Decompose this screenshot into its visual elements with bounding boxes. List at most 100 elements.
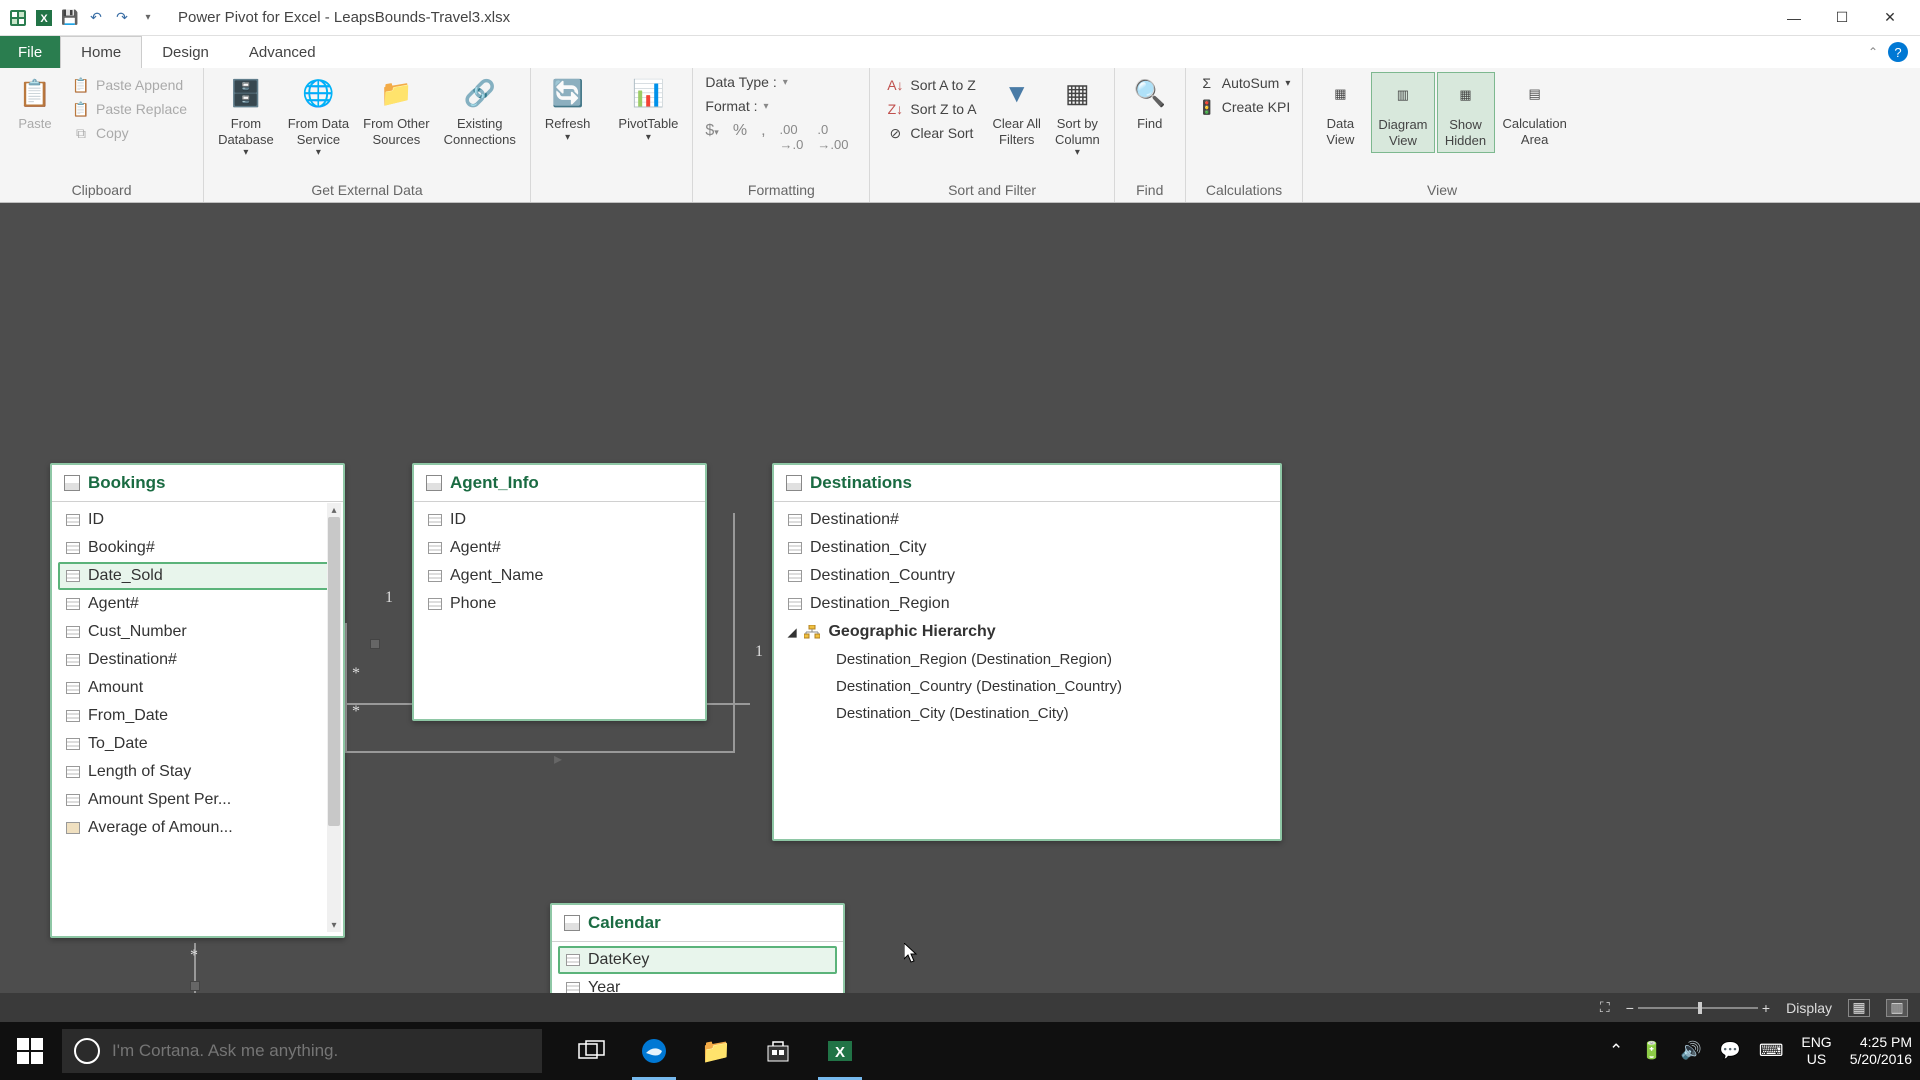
action-center-icon[interactable]: 💬 <box>1720 1041 1741 1061</box>
excel-app-icon[interactable]: X <box>810 1022 870 1080</box>
calculation-area-button[interactable]: ▤Calculation Area <box>1497 72 1573 151</box>
existing-connections-button[interactable]: 🔗Existing Connections <box>438 72 522 151</box>
from-other-sources-button[interactable]: 📁From Other Sources <box>357 72 435 151</box>
decrease-decimal-icon[interactable]: .0→.00 <box>817 122 848 152</box>
field-agent-name[interactable]: Agent_Name <box>420 562 699 590</box>
cortana-search[interactable] <box>62 1029 542 1073</box>
show-hidden-button[interactable]: ▦Show Hidden <box>1437 72 1495 153</box>
table-header[interactable]: Agent_Info <box>414 465 705 502</box>
tab-file[interactable]: File <box>0 36 60 68</box>
sort-az-button[interactable]: A↓Sort A to Z <box>882 74 980 96</box>
field-destination-num[interactable]: Destination# <box>58 646 337 674</box>
diagram-view-toggle-icon[interactable]: ▥ <box>1886 999 1908 1017</box>
collapse-ribbon-icon[interactable]: ⌃ <box>1868 45 1878 59</box>
field-agent-num[interactable]: Agent# <box>58 590 337 618</box>
start-button[interactable] <box>0 1022 60 1080</box>
zoom-out-icon[interactable]: − <box>1626 1000 1634 1016</box>
field-id[interactable]: ID <box>58 506 337 534</box>
data-view-toggle-icon[interactable]: ▦ <box>1848 999 1870 1017</box>
paste-button[interactable]: 📋 Paste <box>8 72 62 136</box>
excel-icon[interactable]: X <box>34 8 54 28</box>
hierarchy-level-city[interactable]: Destination_City (Destination_City) <box>780 700 1274 727</box>
zoom-slider[interactable]: − + <box>1626 1000 1770 1016</box>
percent-format-icon[interactable]: % <box>733 122 747 152</box>
field-booking-num[interactable]: Booking# <box>58 534 337 562</box>
increase-decimal-icon[interactable]: .00→.0 <box>780 122 804 152</box>
hierarchy-level-country[interactable]: Destination_Country (Destination_Country… <box>780 673 1274 700</box>
store-icon[interactable] <box>748 1022 808 1080</box>
field-datekey[interactable]: DateKey <box>558 946 837 974</box>
table-header[interactable]: Calendar <box>552 905 843 942</box>
copy-button[interactable]: ⧉Copy <box>68 122 191 144</box>
hierarchy-geographic[interactable]: ◢ Geographic Hierarchy <box>780 618 1274 646</box>
paste-replace-button[interactable]: 📋Paste Replace <box>68 98 191 120</box>
task-view-icon[interactable] <box>562 1022 622 1080</box>
clock[interactable]: 4:25 PM5/20/2016 <box>1850 1034 1912 1068</box>
diagram-canvas[interactable]: * 1 ▸ * 1 * 1 Bookings ID Booking# Date_… <box>0 203 1920 993</box>
clear-sort-button[interactable]: ⊘Clear Sort <box>882 122 980 144</box>
field-length-of-stay[interactable]: Length of Stay <box>58 758 337 786</box>
expand-icon[interactable]: ◢ <box>788 626 796 639</box>
scrollbar-thumb[interactable] <box>328 517 340 826</box>
field-agent-num[interactable]: Agent# <box>420 534 699 562</box>
data-view-button[interactable]: ▦Data View <box>1311 72 1369 151</box>
relationship-line[interactable] <box>345 623 347 753</box>
maximize-button[interactable]: ☐ <box>1832 8 1852 28</box>
help-icon[interactable]: ? <box>1888 42 1908 62</box>
field-cust-number[interactable]: Cust_Number <box>58 618 337 646</box>
relationship-line[interactable] <box>345 751 735 753</box>
from-database-button[interactable]: 🗄️From Database▾ <box>212 72 280 163</box>
relationship-endpoint[interactable] <box>190 981 200 991</box>
create-kpi-button[interactable]: 🚦Create KPI <box>1194 96 1294 118</box>
minimize-button[interactable]: — <box>1784 8 1804 28</box>
field-destination-num[interactable]: Destination# <box>780 506 1274 534</box>
format-selector[interactable]: Format : ▾ <box>701 96 861 116</box>
volume-icon[interactable]: 🔊 <box>1680 1041 1701 1061</box>
relationship-line[interactable] <box>733 513 735 753</box>
currency-format-icon[interactable]: $▾ <box>705 122 718 152</box>
field-id[interactable]: ID <box>420 506 699 534</box>
field-amount-spent-per[interactable]: Amount Spent Per... <box>58 786 337 814</box>
table-agent-info[interactable]: Agent_Info ID Agent# Agent_Name Phone <box>412 463 707 721</box>
sort-by-column-button[interactable]: ▦Sort by Column▾ <box>1049 72 1106 163</box>
data-type-selector[interactable]: Data Type : ▾ <box>701 72 861 92</box>
table-header[interactable]: Bookings <box>52 465 343 502</box>
tab-home[interactable]: Home <box>60 36 142 68</box>
field-year[interactable]: Year <box>558 974 837 993</box>
language-indicator[interactable]: ENGUS <box>1801 1034 1831 1068</box>
save-icon[interactable]: 💾 <box>60 8 80 28</box>
field-to-date[interactable]: To_Date <box>58 730 337 758</box>
paste-append-button[interactable]: 📋Paste Append <box>68 74 191 96</box>
field-phone[interactable]: Phone <box>420 590 699 618</box>
sort-za-button[interactable]: Z↓Sort Z to A <box>882 98 980 120</box>
autosum-button[interactable]: ΣAutoSum ▾ <box>1194 72 1295 94</box>
scrollbar[interactable]: ▴ ▾ <box>327 503 341 932</box>
refresh-button[interactable]: 🔄Refresh▾ <box>539 72 597 148</box>
redo-icon[interactable]: ↷ <box>112 8 132 28</box>
qat-dropdown-icon[interactable]: ▾ <box>138 8 158 28</box>
table-bookings[interactable]: Bookings ID Booking# Date_Sold Agent# Cu… <box>50 463 345 938</box>
table-header[interactable]: Destinations <box>774 465 1280 502</box>
tab-design[interactable]: Design <box>142 36 229 68</box>
edge-browser-icon[interactable] <box>624 1022 684 1080</box>
diagram-view-button[interactable]: ▥Diagram View <box>1371 72 1434 153</box>
keyboard-icon[interactable]: ⌨ <box>1759 1041 1784 1061</box>
field-amount[interactable]: Amount <box>58 674 337 702</box>
field-destination-city[interactable]: Destination_City <box>780 534 1274 562</box>
zoom-in-icon[interactable]: + <box>1762 1000 1770 1016</box>
from-data-service-button[interactable]: 🌐From Data Service▾ <box>282 72 355 163</box>
tab-advanced[interactable]: Advanced <box>229 36 336 68</box>
close-button[interactable]: ✕ <box>1880 8 1900 28</box>
field-destination-region[interactable]: Destination_Region <box>780 590 1274 618</box>
table-calendar[interactable]: Calendar DateKey Year MonthNumber <box>550 903 845 993</box>
tray-expand-icon[interactable]: ⌃ <box>1609 1041 1623 1061</box>
field-average-of-amount[interactable]: Average of Amoun... <box>58 814 337 842</box>
file-explorer-icon[interactable]: 📁 <box>686 1022 746 1080</box>
hierarchy-level-region[interactable]: Destination_Region (Destination_Region) <box>780 646 1274 673</box>
battery-icon[interactable]: 🔋 <box>1641 1041 1662 1061</box>
relationship-endpoint[interactable] <box>370 639 380 649</box>
table-destinations[interactable]: Destinations Destination# Destination_Ci… <box>772 463 1282 841</box>
scroll-up-icon[interactable]: ▴ <box>327 503 341 517</box>
field-date-sold[interactable]: Date_Sold <box>58 562 337 590</box>
search-input[interactable] <box>112 1041 530 1061</box>
